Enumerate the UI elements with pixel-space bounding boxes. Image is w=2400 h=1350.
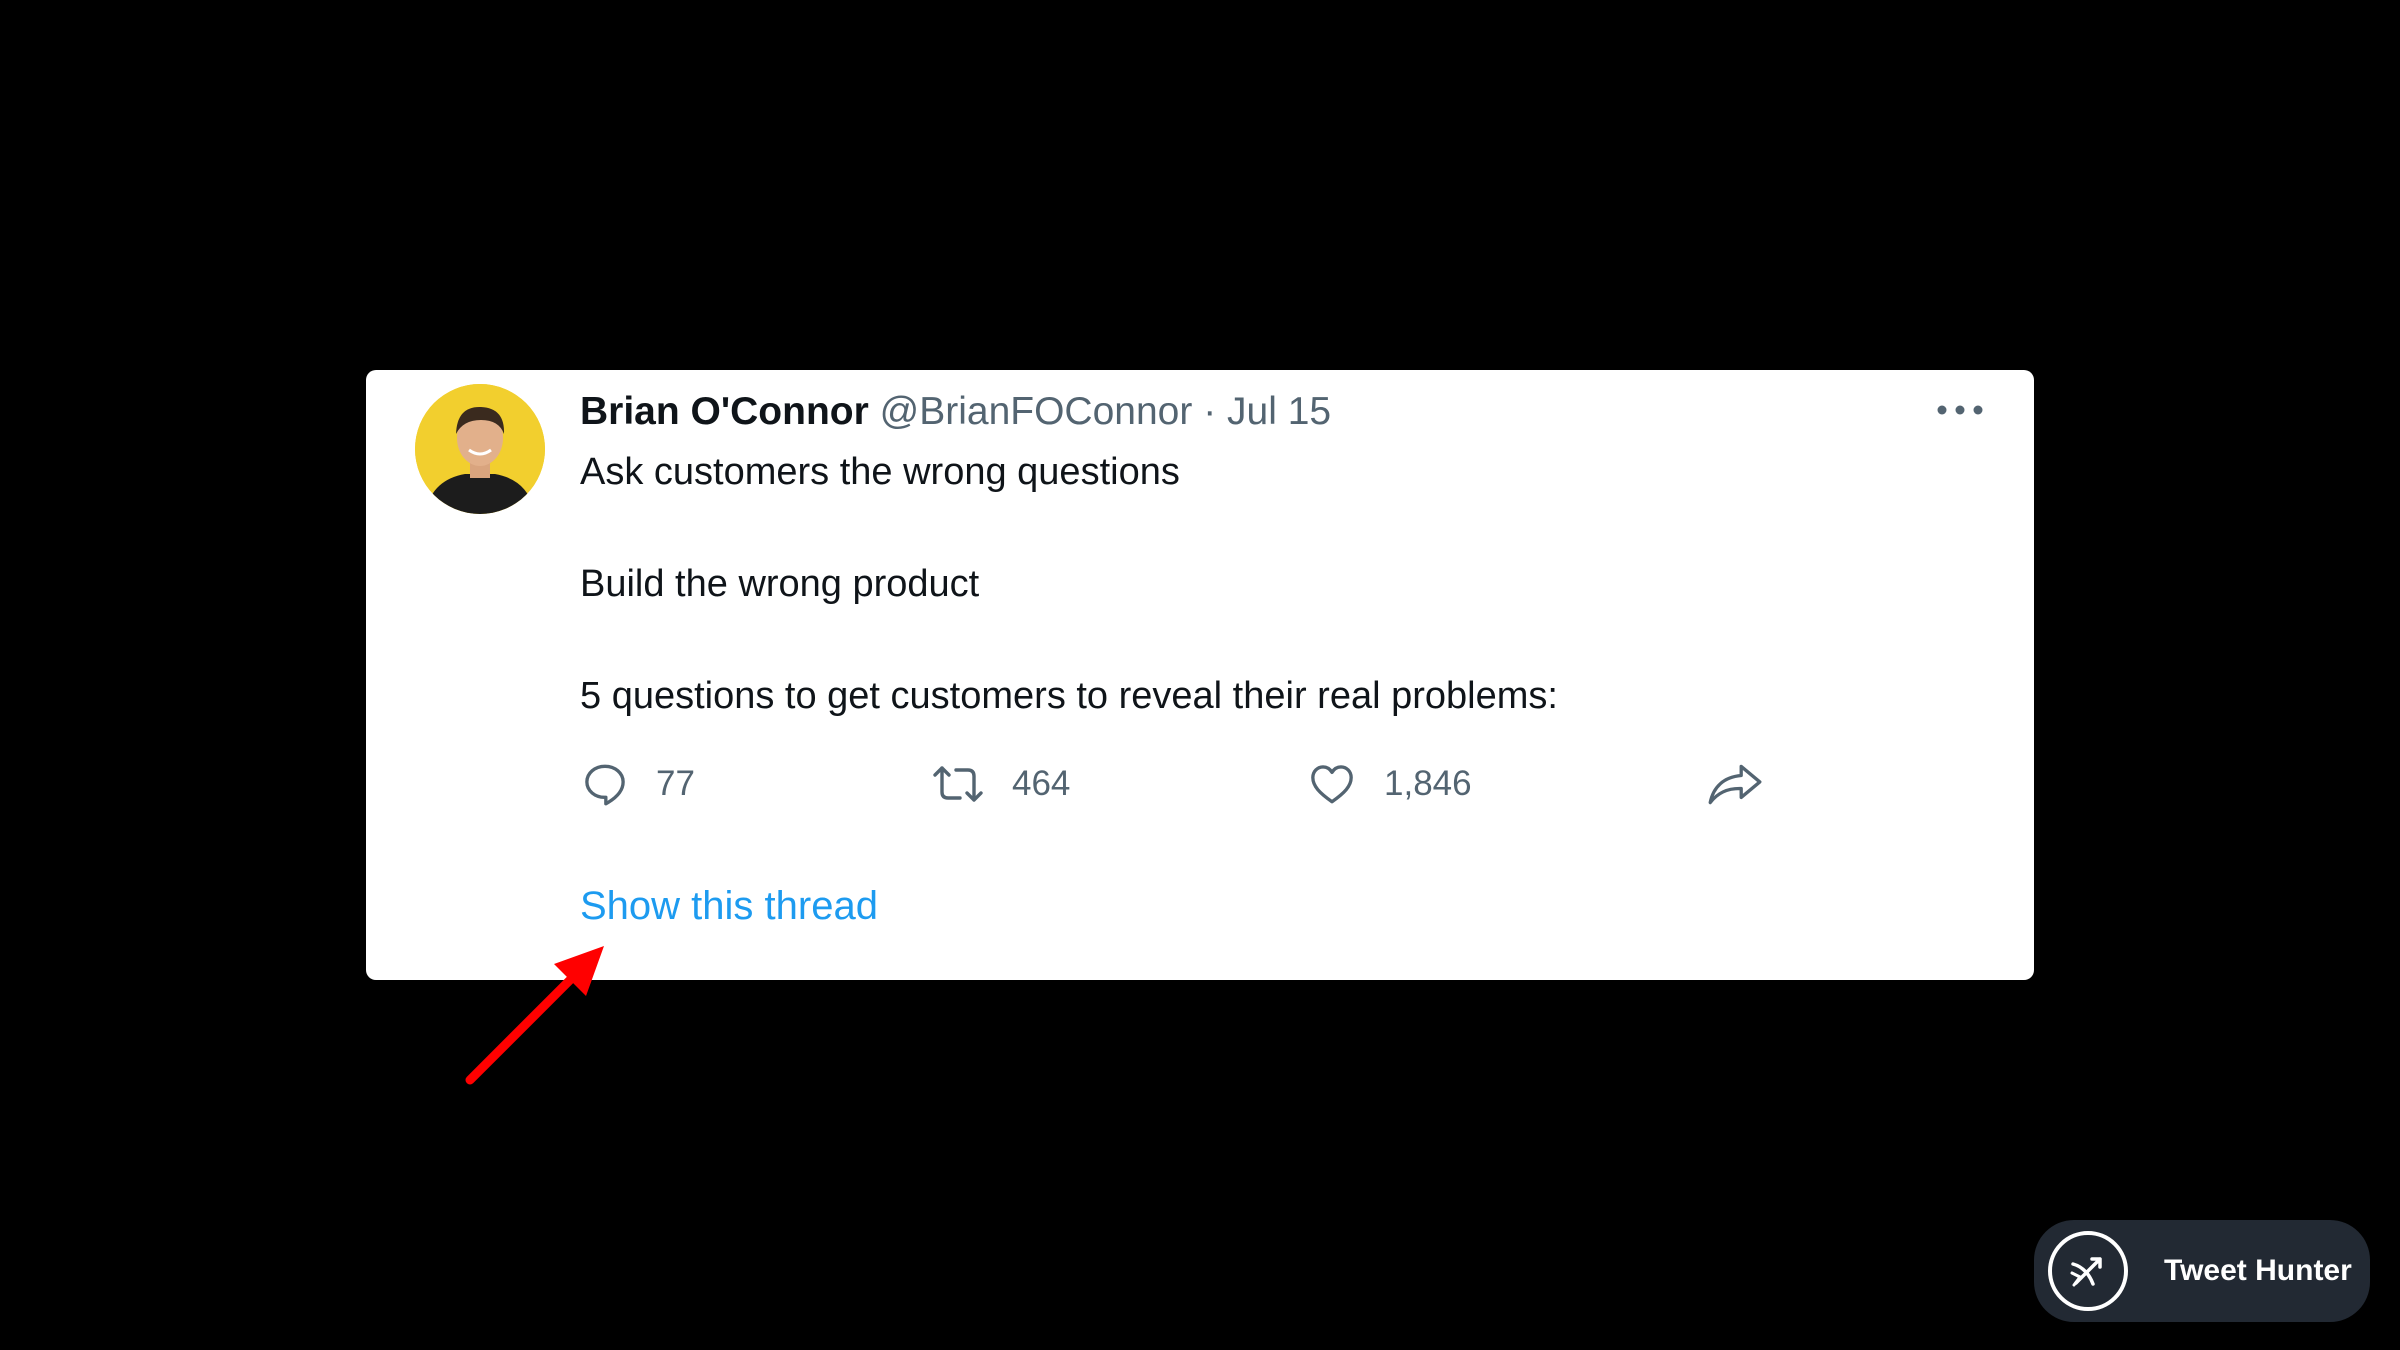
tweet-hunter-logo-icon [2048,1231,2128,1311]
show-thread-link[interactable]: Show this thread [580,884,878,929]
avatar-portrait-icon [415,384,545,514]
like-count: 1,846 [1384,764,1472,803]
tweet-card[interactable]: Brian O'Connor @BrianFOConnor · Jul 15 A… [366,370,2034,980]
retweet-count: 464 [1012,764,1071,803]
tweet-hunter-label: Tweet Hunter [2164,1254,2352,1287]
retweet-button[interactable]: 464 [930,756,1070,812]
reply-button[interactable]: 77 [580,756,695,812]
tweet-date[interactable]: Jul 15 [1227,390,1331,433]
tweet-hunter-badge[interactable]: Tweet Hunter [2034,1220,2370,1322]
tweet-text-line: Ask customers the wrong questions [580,451,1180,493]
red-arrow-icon [465,946,604,1085]
tweet-text: Ask customers the wrong questions Build … [580,446,1980,722]
more-horizontal-icon [1937,405,1983,415]
screen: Brian O'Connor @BrianFOConnor · Jul 15 A… [0,0,2400,1350]
share-button[interactable] [1704,756,1766,812]
avatar[interactable] [415,384,545,514]
reply-icon [585,764,625,806]
author-handle[interactable]: @BrianFOConnor [880,390,1193,433]
tweet-text-line: 5 questions to get customers to reveal t… [580,675,1558,717]
share-icon [1708,764,1762,805]
retweet-icon [933,766,983,802]
like-button[interactable]: 1,846 [1306,756,1472,812]
author-name[interactable]: Brian O'Connor [580,390,869,433]
tweet-header: Brian O'Connor @BrianFOConnor · Jul 15 [580,386,1331,438]
tweet-text-line: Build the wrong product [580,563,980,605]
heart-icon [1311,765,1353,804]
reply-count: 77 [656,764,695,803]
header-separator: · [1203,390,1217,433]
more-options-button[interactable] [1932,388,1988,432]
